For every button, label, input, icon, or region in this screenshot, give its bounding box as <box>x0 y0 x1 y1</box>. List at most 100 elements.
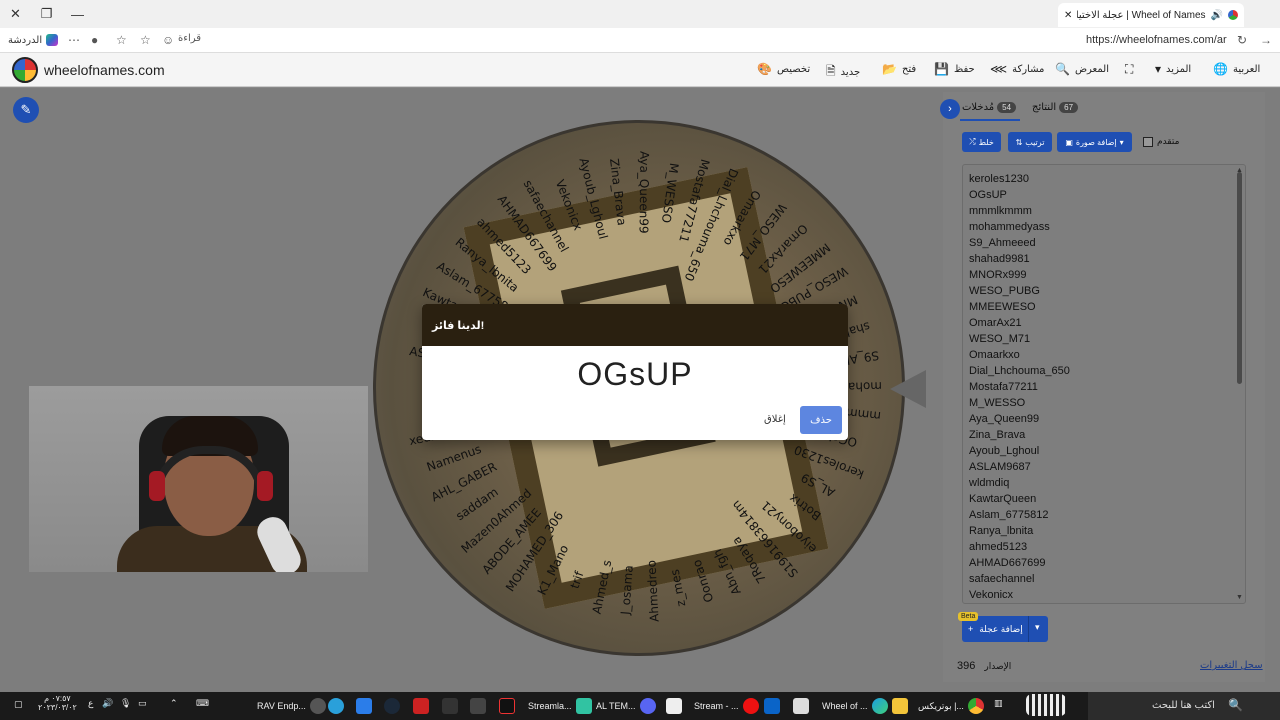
taskbar-app-telegram[interactable] <box>328 698 344 714</box>
chat-button[interactable]: الدردشة <box>8 34 59 46</box>
tab-entries[interactable]: مُدخلات 54 <box>962 102 1017 113</box>
taskbar-app-store[interactable] <box>793 698 809 714</box>
search-placeholder[interactable]: اكتب هنا للبحث <box>1152 700 1215 711</box>
taskbar-app-label: RAV Endp... <box>257 701 306 711</box>
entries-textarea[interactable]: keroles1230 OGsUP mmmlkmmm mohammedyass S9_A… <box>962 164 1246 604</box>
add-image-button[interactable]: ▣ إضافة صورة ▾ <box>1057 132 1132 152</box>
taskbar-app-opera[interactable]: Stream - ... <box>694 698 759 714</box>
collections-icon[interactable]: ☆ <box>116 33 127 47</box>
edit-pencil-icon[interactable]: ✎ <box>13 97 39 123</box>
taskbar-app-editor[interactable] <box>470 698 486 714</box>
taskbar-app-chrome[interactable]: بوتريكس |... <box>918 698 984 714</box>
profile-icon[interactable]: ● <box>91 33 98 47</box>
new-button[interactable]: 🗎 جديد <box>826 62 860 83</box>
remove-button[interactable]: حذف <box>800 406 842 434</box>
headphone-right-cup <box>257 471 273 501</box>
entry-line: Omaarkxo <box>969 349 1020 361</box>
reader-mode-label[interactable]: قراءة <box>178 33 201 44</box>
speaker-tray-icon[interactable]: 🔊 <box>102 698 113 709</box>
sort-button[interactable]: ⇅ ترتيب <box>1008 132 1052 152</box>
wheel-logo-icon[interactable] <box>12 57 38 83</box>
entry-line: mmmlkmmm <box>969 205 1032 217</box>
taskbar-app-steam[interactable] <box>384 698 400 714</box>
winner-name: OGsUP <box>577 356 693 392</box>
taskbar-app-label: AL TEM... <box>596 701 636 711</box>
caret-down-icon[interactable]: ▾ <box>1035 622 1040 633</box>
taskbar-app-tiktok[interactable] <box>499 698 515 714</box>
taskbar-app-capcut[interactable] <box>442 698 458 714</box>
steam-icon <box>384 698 400 714</box>
network-tray-icon[interactable]: ▭ <box>138 698 147 709</box>
emoji-icon[interactable]: ☺ <box>162 33 174 47</box>
site-name[interactable]: wheelofnames.com <box>44 62 165 78</box>
entry-line: safaechannel <box>969 573 1035 585</box>
telegram-icon <box>328 698 344 714</box>
notification-icon[interactable]: ▢ <box>14 699 23 710</box>
customize-button[interactable]: 🎨 تخصيص <box>757 62 810 76</box>
taskbar-app-azure[interactable] <box>356 698 372 714</box>
rav-icon <box>309 698 326 714</box>
favorite-icon[interactable]: ☆ <box>140 33 151 47</box>
red-app-icon <box>413 698 429 714</box>
advanced-checkbox[interactable] <box>1143 137 1153 147</box>
taskbar-app-streamlabs[interactable]: Streamla... <box>528 698 592 714</box>
entry-line: Vekonicx <box>969 589 1014 601</box>
scroll-down-icon[interactable]: ▼ <box>1236 594 1243 601</box>
entries-scrollbar[interactable] <box>1237 172 1242 384</box>
opera-icon <box>742 698 759 714</box>
close-button[interactable]: إغلاق <box>764 414 786 425</box>
language-indicator[interactable]: ع <box>88 698 93 709</box>
taskbar-app-discord[interactable]: AL TEM... <box>596 698 656 714</box>
add-image-label: إضافة صورة <box>1075 137 1117 147</box>
webcam-overlay <box>29 386 368 572</box>
taskbar-app-rav[interactable]: RAV Endp... <box>257 698 326 714</box>
wheel-segment-label: Aya_Queen99 <box>636 150 652 234</box>
forward-icon[interactable]: → <box>1260 33 1272 47</box>
zebra-widget-icon[interactable] <box>1026 694 1066 716</box>
taskbar-app-mail[interactable] <box>764 698 780 714</box>
mail-icon <box>764 698 780 714</box>
task-view-icon[interactable]: ▥ <box>994 698 1003 709</box>
more-options-icon[interactable]: ⋯ <box>68 33 80 47</box>
browser-tab[interactable]: ✕ Wheel of Names | عجلة الاختيار العشوائ… <box>1058 3 1244 27</box>
button-separator <box>1028 616 1029 642</box>
active-tab-indicator <box>960 119 1020 121</box>
url-text[interactable]: https://wheelofnames.com/ar <box>1086 34 1227 46</box>
open-button[interactable]: 📂 فتح <box>882 62 916 76</box>
search-icon[interactable]: 🔍 <box>1228 698 1243 712</box>
collapse-panel-icon[interactable]: › <box>940 99 960 119</box>
save-button[interactable]: 💾 حفظ <box>934 62 975 76</box>
keyboard-tray-icon[interactable]: ⌨ <box>196 698 209 709</box>
refresh-icon[interactable]: ↻ <box>1237 33 1247 47</box>
show-hidden-icons-icon[interactable]: ⌃ <box>170 698 178 709</box>
clock[interactable]: ٠٧:٥٧ م ٢٠٢٣/٠٣/٠٢ <box>38 694 77 712</box>
save-icon: 💾 <box>934 62 949 76</box>
share-button[interactable]: ⋘ مشاركة <box>990 62 1044 76</box>
tab-results[interactable]: النتائج 67 <box>1032 102 1079 113</box>
speaker-icon[interactable]: 🔊 <box>1211 10 1223 21</box>
shuffle-button[interactable]: ⤮ خلط <box>962 132 1001 152</box>
language-button[interactable]: 🌐 العربية <box>1213 62 1260 76</box>
taskbar-app-explorer[interactable] <box>892 698 908 714</box>
taskbar-app-edge[interactable]: Wheel of ... <box>822 698 888 714</box>
minimize-window-icon[interactable]: — <box>62 0 93 28</box>
fullscreen-button[interactable]: ⛶ <box>1125 62 1133 77</box>
taskbar-app-notes[interactable] <box>666 698 682 714</box>
taskbar-app-arrow[interactable] <box>413 698 429 714</box>
share-label: مشاركة <box>1012 63 1045 75</box>
chrome-icon <box>967 698 984 714</box>
gallery-button[interactable]: 🔍 المعرض <box>1055 62 1109 76</box>
restore-window-icon[interactable]: ❐ <box>31 0 62 28</box>
close-window-icon[interactable]: ✕ <box>0 0 31 28</box>
caret-down-icon: ▾ <box>1119 137 1124 147</box>
mic-tray-icon[interactable]: 🎙 <box>120 698 131 709</box>
entry-line: S9_Ahmeeed <box>969 237 1036 249</box>
more-button[interactable]: ▾ المزيد <box>1155 62 1191 76</box>
tab-close-icon[interactable]: ✕ <box>1064 10 1072 21</box>
entry-line: AHMAD667699 <box>969 557 1046 569</box>
discord-icon <box>639 698 656 714</box>
entry-line: Ayoub_Lghoul <box>969 445 1040 457</box>
folder-icon: 📂 <box>882 62 897 76</box>
changelog-link[interactable]: سجل التغييرات <box>1200 660 1263 671</box>
copilot-icon <box>46 34 59 46</box>
